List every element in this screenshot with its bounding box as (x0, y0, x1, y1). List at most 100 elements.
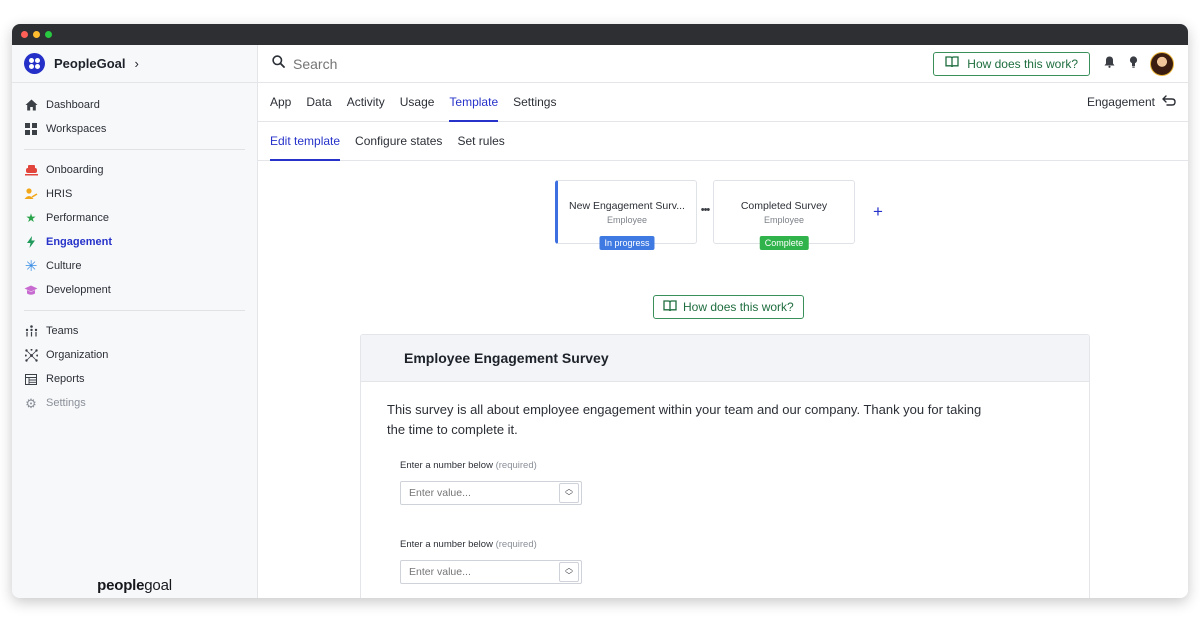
nav-group-modules: Onboarding HRIS ★ Performance Engagement… (12, 158, 257, 302)
number-input[interactable] (401, 487, 559, 499)
sidebar-item-label: Workspaces (46, 123, 107, 135)
teams-icon (24, 324, 38, 338)
sidebar-item-engagement[interactable]: Engagement (12, 230, 257, 254)
help-label: How does this work? (967, 56, 1078, 71)
search-icon (272, 54, 285, 73)
peoplegoal-logo-icon (24, 53, 45, 74)
tab-edit-template[interactable]: Edit template (270, 122, 341, 161)
wordmark-bold: people (97, 577, 145, 594)
number-stepper: ︿ ﹀ (400, 481, 582, 505)
tab-usage[interactable]: Usage (400, 83, 435, 122)
sidebar-item-label: HRIS (46, 188, 73, 200)
sidebar-item-label: Settings (46, 397, 86, 409)
sidebar-item-label: Development (46, 284, 111, 296)
sidebar-item-workspaces[interactable]: Workspaces (12, 117, 257, 141)
tab-activity[interactable]: Activity (347, 83, 385, 122)
main-content: How does this work? App Data Activity Us… (258, 45, 1188, 598)
tab-data[interactable]: Data (306, 83, 331, 122)
sidebar: PeopleGoal › Dashboard Workspaces Onboar… (12, 45, 258, 598)
state-title: New Engagement Surv... (569, 200, 685, 212)
state-title: Completed Survey (740, 200, 828, 212)
sidebar-item-label: Teams (46, 325, 79, 337)
onboarding-icon (24, 163, 38, 177)
app-window: PeopleGoal › Dashboard Workspaces Onboar… (12, 24, 1188, 598)
return-arrow-icon (1162, 95, 1176, 109)
survey-form: Employee Engagement Survey This survey i… (360, 334, 1090, 598)
sidebar-item-hris[interactable]: HRIS (12, 182, 257, 206)
tab-set-rules[interactable]: Set rules (457, 122, 504, 161)
state-role: Employee (606, 215, 648, 225)
field-label: Enter a number below (required) (361, 460, 1089, 471)
organization-icon (24, 348, 38, 362)
lightning-icon (24, 235, 38, 249)
book-icon (945, 56, 959, 71)
tab-settings[interactable]: Settings (513, 83, 556, 122)
number-stepper: ︿ ﹀ (400, 560, 582, 584)
sidebar-item-teams[interactable]: Teams (12, 319, 257, 343)
number-input[interactable] (401, 566, 559, 578)
graduation-cap-icon (24, 283, 38, 297)
minimize-window-button[interactable] (33, 31, 40, 38)
tab-app[interactable]: App (270, 83, 291, 122)
more-options-icon[interactable]: ••• (697, 204, 713, 216)
maximize-window-button[interactable] (45, 31, 52, 38)
sidebar-item-culture[interactable]: ✳ Culture (12, 254, 257, 278)
sidebar-divider (24, 310, 245, 311)
sidebar-item-organization[interactable]: Organization (12, 343, 257, 367)
tab-configure-states[interactable]: Configure states (355, 122, 442, 161)
context-label: Engagement (1086, 95, 1155, 109)
wordmark-light: goal (144, 577, 172, 594)
stepper-buttons[interactable]: ︿ ﹀ (559, 483, 579, 503)
sidebar-item-development[interactable]: Development (12, 278, 257, 302)
field-label-text: Enter a number below (400, 460, 493, 471)
sidebar-item-label: Culture (46, 260, 82, 272)
title-bar (12, 24, 1188, 45)
survey-title: Employee Engagement Survey (361, 335, 1089, 382)
sidebar-item-onboarding[interactable]: Onboarding (12, 158, 257, 182)
hris-icon (24, 187, 38, 201)
chevron-down-icon[interactable]: ﹀ (565, 572, 573, 580)
avatar[interactable] (1150, 51, 1174, 76)
field-label: Enter a number below (required) (361, 539, 1089, 550)
sidebar-item-performance[interactable]: ★ Performance (12, 206, 257, 230)
state-card-new-engagement[interactable]: New Engagement Surv... Employee In progr… (555, 180, 697, 250)
bell-icon[interactable] (1104, 56, 1115, 71)
workspace-switcher[interactable]: PeopleGoal › (12, 45, 257, 83)
stepper-buttons[interactable]: ︿ ﹀ (559, 562, 579, 582)
template-subtabs: Edit template Configure states Set rules (258, 122, 1188, 161)
search-input[interactable] (293, 55, 593, 72)
add-state-button[interactable]: + (873, 202, 883, 222)
state-card-completed-survey[interactable]: Completed Survey Employee Complete (713, 180, 855, 250)
sidebar-item-dashboard[interactable]: Dashboard (12, 93, 257, 117)
app-tabs: App Data Activity Usage Template Setting… (258, 83, 1188, 122)
sidebar-item-label: Dashboard (46, 99, 100, 111)
sidebar-item-reports[interactable]: Reports (12, 367, 257, 391)
chevron-right-icon: › (134, 56, 139, 71)
search-bar (272, 54, 933, 73)
sidebar-item-label: Performance (46, 212, 109, 224)
top-bar: How does this work? (258, 45, 1188, 83)
back-to-engagement-link[interactable]: Engagement (1087, 95, 1176, 109)
how-does-this-work-button-secondary[interactable]: How does this work? (653, 295, 804, 319)
asterisk-icon: ✳ (24, 257, 38, 275)
state-flow: New Engagement Surv... Employee In progr… (555, 180, 883, 250)
tab-template[interactable]: Template (449, 83, 498, 122)
grid-icon (24, 122, 38, 136)
field-label-text: Enter a number below (400, 539, 493, 550)
required-hint: (required) (495, 539, 537, 550)
sidebar-item-label: Organization (46, 349, 109, 361)
chevron-down-icon[interactable]: ﹀ (565, 493, 573, 501)
required-hint: (required) (495, 460, 537, 471)
brand-name: PeopleGoal (54, 56, 126, 71)
nav-group-main: Dashboard Workspaces (12, 83, 257, 141)
survey-description: This survey is all about employee engage… (387, 402, 982, 437)
close-window-button[interactable] (21, 31, 28, 38)
status-badge: Complete (759, 236, 809, 250)
how-does-this-work-button[interactable]: How does this work? (933, 51, 1090, 76)
sidebar-item-settings[interactable]: ⚙ Settings (12, 391, 257, 415)
lightbulb-icon[interactable] (1129, 56, 1138, 71)
nav-group-admin: Teams Organization Reports ⚙ Settings (12, 319, 257, 415)
book-icon (663, 299, 677, 315)
gear-icon: ⚙ (25, 395, 37, 411)
state-role: Employee (763, 215, 805, 225)
